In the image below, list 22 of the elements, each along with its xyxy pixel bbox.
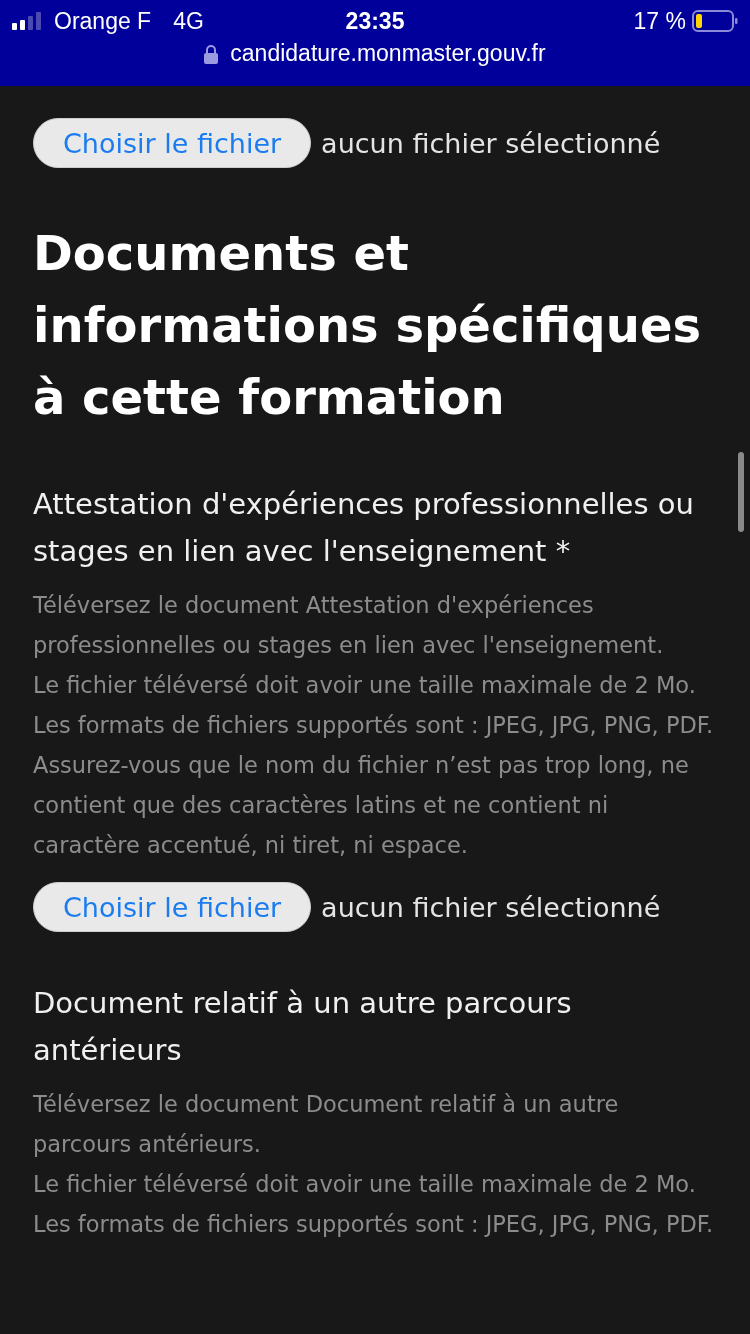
help-text: Le fichier téléversé doit avoir une taille maximale de 2 Mo. xyxy=(33,671,697,700)
url-text: candidature.monmaster.gouv.fr xyxy=(230,40,546,67)
choose-file-button[interactable]: Choisir le fichier xyxy=(33,118,312,168)
help-text: Les formats de fichiers supportés sont : JPEG, JPG, PNG, PDF. xyxy=(33,711,714,740)
choose-file-button[interactable]: Choisir le fichier xyxy=(33,882,312,932)
battery-icon xyxy=(692,10,738,32)
clock-time: 23:35 xyxy=(345,7,405,35)
file-status: aucun fichier sélectionné xyxy=(321,127,661,159)
document-title: Attestation d'expériences professionnelles ou stages en lien avec l'enseignement * xyxy=(33,486,695,570)
battery-percent: 17 % xyxy=(633,7,686,35)
help-text: Téléversez le document Document relatif à un autre parcours antérieurs. xyxy=(33,1090,620,1159)
document-title: Document relatif à un autre parcours antérieurs xyxy=(33,985,573,1069)
help-text: Assurez-vous que le nom du fichier n’est pas trop long, ne contient que des caractères latins et ne contient ni caractère accentué, ni tiret, ni espace. xyxy=(33,751,690,860)
help-text: Téléversez le document Attestation d'expériences professionnelles ou stages en lien avec l'enseignement. xyxy=(33,591,665,660)
signal-icon xyxy=(12,12,44,30)
carrier-name: Orange F xyxy=(54,7,152,35)
help-text: Les formats de fichiers supportés sont : JPEG, JPG, PNG, PDF. xyxy=(33,1210,714,1239)
section-heading: Documents et informations spécifiques à cette formation xyxy=(33,224,702,427)
file-status: aucun fichier sélectionné xyxy=(321,891,661,923)
lock-icon xyxy=(204,43,219,64)
network-type: 4G xyxy=(173,7,204,35)
help-text: Le fichier téléversé doit avoir une taille maximale de 2 Mo. xyxy=(33,1170,697,1199)
